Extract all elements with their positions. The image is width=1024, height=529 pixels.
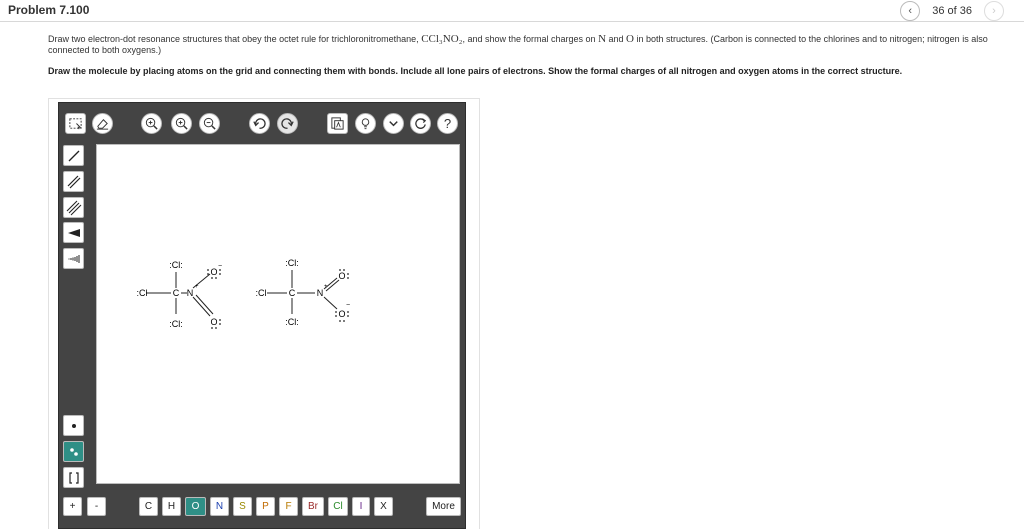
help-button[interactable]: ? <box>437 113 458 134</box>
question-prompt: Draw two electron-dot resonance structur… <box>48 33 988 56</box>
redo-icon <box>281 118 294 129</box>
problem-navigation: ‹ 36 of 36 › <box>900 1 1004 21</box>
atom-cl-bottom: :Cl: <box>285 317 299 327</box>
element-c-button[interactable]: C <box>139 497 158 516</box>
eraser-icon <box>96 119 109 130</box>
hint-icon <box>361 118 370 130</box>
header-bar: Problem 7.100 ‹ 36 of 36 › <box>0 0 1024 22</box>
select-icon <box>69 118 82 130</box>
reset-button[interactable] <box>410 113 431 134</box>
charge-oxygen: − <box>218 263 222 270</box>
double-bond-button[interactable] <box>63 171 84 192</box>
atom-cl-bottom: :Cl: <box>169 319 183 329</box>
atom-nitrogen: N <box>317 288 324 298</box>
zoom-out-button[interactable] <box>199 113 220 134</box>
element-h-button[interactable]: H <box>162 497 181 516</box>
editor-toolbar: ? <box>59 103 465 143</box>
element-o-button[interactable]: O <box>185 497 206 516</box>
triple-bond-icon <box>66 200 81 215</box>
single-bond-icon <box>68 150 79 161</box>
formula: CCl₃NO₂ <box>421 33 463 45</box>
more-options-button[interactable] <box>383 113 404 134</box>
atom-carbon: C <box>289 288 296 298</box>
element-i-button[interactable]: I <box>352 497 370 516</box>
atom-oxygen-top: O <box>338 271 345 281</box>
bond-n-o-bottom <box>323 296 338 310</box>
atom-oxygen-bottom: O <box>210 317 217 327</box>
templates-icon <box>331 117 344 130</box>
lone-pair-icon <box>69 447 78 456</box>
element-s-button[interactable]: S <box>233 497 252 516</box>
bracket-icon <box>68 471 79 484</box>
chevron-left-icon: ‹ <box>908 5 913 17</box>
element-br-button[interactable]: Br <box>302 497 324 516</box>
svg-text:?: ? <box>444 116 451 131</box>
radical-icon <box>71 423 76 428</box>
chevron-right-icon: › <box>992 5 996 17</box>
decrease-charge-button[interactable]: - <box>87 497 106 516</box>
atom-oxygen-bottom: O <box>338 309 345 319</box>
zoom-fit-icon <box>145 117 158 130</box>
hint-button[interactable] <box>355 113 376 134</box>
undo-button[interactable] <box>249 113 270 134</box>
help-icon: ? <box>444 116 451 131</box>
element-p-button[interactable]: P <box>256 497 275 516</box>
hash-bond-icon <box>68 254 79 263</box>
atom-carbon: C <box>173 288 180 298</box>
structures-svg: :Cl: :Cl :Cl: C N + O − O:Cl::Cl:Cl: … <box>137 258 351 329</box>
element-n-button[interactable]: N <box>210 497 229 516</box>
triple-bond-button[interactable] <box>63 197 84 218</box>
resonance-structure-left: :Cl: :Cl :Cl: C N + O − O <box>137 260 223 329</box>
atom-cl-top: :Cl: <box>285 258 299 268</box>
atom-cl-top: :Cl: <box>169 260 183 270</box>
redo-button[interactable] <box>277 113 298 134</box>
atom-palette: + - C H O N S P F Br Cl I X More <box>59 495 465 521</box>
more-chevron-icon <box>389 121 398 127</box>
bond-n-o-bottom-2 <box>195 294 214 315</box>
double-bond-icon <box>67 175 80 188</box>
element-cl-button[interactable]: Cl <box>328 497 348 516</box>
atom-oxygen-top: O <box>210 267 217 277</box>
zoom-fit-button[interactable] <box>141 113 162 134</box>
reset-icon <box>415 118 427 129</box>
single-bond-button[interactable] <box>63 145 84 166</box>
increase-charge-button[interactable]: + <box>63 497 82 516</box>
resonance-structure-right: :Cl: :Cl :Cl: C N + O O − <box>256 258 351 327</box>
more-elements-button[interactable]: More <box>426 497 461 516</box>
atom-nitrogen: N <box>187 288 194 298</box>
radical-button[interactable] <box>63 415 84 436</box>
zoom-in-button[interactable] <box>171 113 192 134</box>
charge-oxygen: − <box>346 302 350 309</box>
bond-tools-palette <box>63 145 85 525</box>
element-f-button[interactable]: F <box>279 497 298 516</box>
next-problem-button[interactable]: › <box>984 1 1004 21</box>
page-count: 36 of 36 <box>932 5 972 17</box>
bracket-button[interactable] <box>63 467 84 488</box>
atom-cl-left: :Cl <box>256 288 267 298</box>
problem-title: Problem 7.100 <box>8 3 90 17</box>
bond-n-o-bottom-1 <box>192 296 211 317</box>
prev-problem-button[interactable]: ‹ <box>900 1 921 21</box>
templates-button[interactable] <box>327 113 348 134</box>
atom-cl-left: :Cl <box>137 288 148 298</box>
zoom-out-icon <box>203 117 216 130</box>
hash-bond-button[interactable] <box>63 248 84 269</box>
drawing-canvas[interactable]: :Cl: :Cl :Cl: C N + O − O:Cl::Cl:Cl: … <box>96 144 460 484</box>
undo-icon <box>253 118 266 129</box>
wedge-bond-button[interactable] <box>63 222 84 243</box>
element-x-button[interactable]: X <box>374 497 393 516</box>
lone-pair-button[interactable] <box>63 441 84 462</box>
select-tool-button[interactable] <box>65 113 86 134</box>
zoom-in-icon <box>175 117 188 130</box>
charge-nitrogen: + <box>324 284 328 290</box>
charge-nitrogen: + <box>195 284 199 290</box>
wedge-bond-icon <box>67 228 80 237</box>
eraser-tool-button[interactable] <box>92 113 113 134</box>
molecule-editor: ?:Cl::Cl:Cl: C N + O − O:Cl::Cl:Cl… <box>58 102 466 529</box>
drawing-instructions: Draw the molecule by placing atoms on th… <box>48 66 903 76</box>
